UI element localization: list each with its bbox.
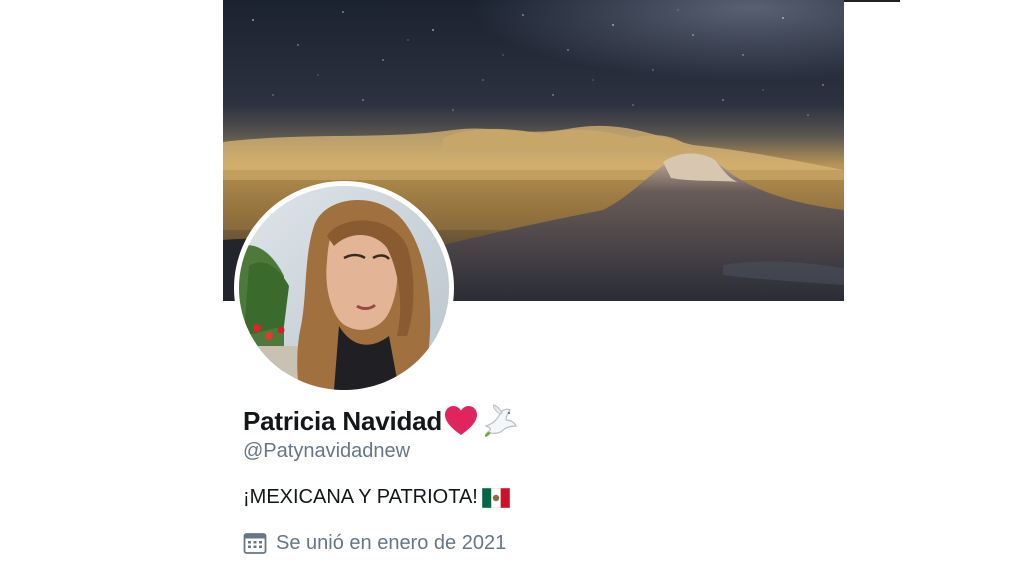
avatar-photo [239, 186, 449, 390]
calendar-icon [243, 531, 267, 555]
top-edge-mark [844, 0, 900, 2]
display-name: Patricia Navidad [243, 405, 443, 436]
mexico-flag-icon [481, 487, 510, 508]
handle: @Patynavidadnew [243, 440, 411, 462]
display-name-row: Patricia Navidad [243, 403, 518, 439]
dove-icon [482, 404, 518, 438]
join-date-text: Se unió en enero de 2021 [276, 531, 507, 554]
avatar[interactable] [234, 181, 454, 395]
join-date: Se unió en enero de 2021 [243, 531, 506, 555]
bio-text: ¡MEXICANA Y PATRIOTA! [243, 486, 478, 508]
bio: ¡MEXICANA Y PATRIOTA! [243, 486, 510, 509]
heart-icon [444, 405, 478, 437]
